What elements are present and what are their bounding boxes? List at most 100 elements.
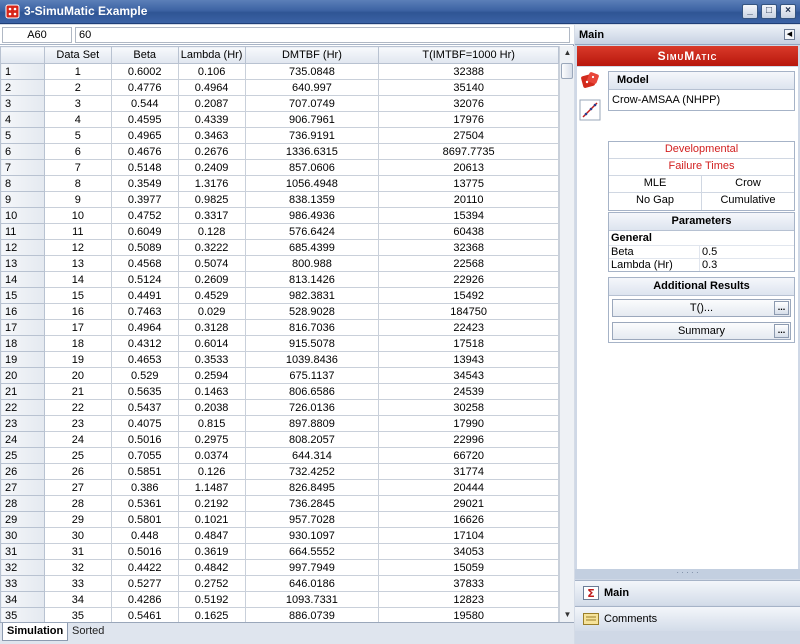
table-cell[interactable]: 0.2409 <box>177 159 246 176</box>
vertical-scrollbar[interactable]: ▲ ▼ <box>559 46 574 622</box>
cell-value-input[interactable]: 60 <box>75 27 570 43</box>
row-header[interactable]: 12 <box>0 239 45 256</box>
column-header[interactable]: Lambda (Hr) <box>177 46 246 64</box>
table-cell[interactable]: 13 <box>43 255 112 272</box>
table-cell[interactable]: 0.4965 <box>110 127 179 144</box>
table-cell[interactable]: 34053 <box>378 543 559 560</box>
table-cell[interactable]: 17976 <box>378 111 559 128</box>
row-header[interactable]: 29 <box>0 511 45 528</box>
table-cell[interactable]: 644.314 <box>244 447 380 464</box>
table-cell[interactable]: 25 <box>43 447 112 464</box>
table-row[interactable]: 12 12 0.5089 0.3222 685.4399 32368 <box>0 239 559 256</box>
minimize-button[interactable]: _ <box>742 4 758 19</box>
table-row[interactable]: 4 4 0.4595 0.4339 906.7961 17976 <box>0 111 559 128</box>
row-header[interactable]: 28 <box>0 495 45 512</box>
table-cell[interactable]: 0.1021 <box>177 511 246 528</box>
table-cell[interactable]: 0.3977 <box>110 191 179 208</box>
table-row[interactable]: 20 20 0.529 0.2594 675.1137 34543 <box>0 367 559 384</box>
table-cell[interactable]: 19 <box>43 351 112 368</box>
table-row[interactable]: 16 16 0.7463 0.029 528.9028 184750 <box>0 303 559 320</box>
row-header[interactable]: 24 <box>0 431 45 448</box>
table-cell[interactable]: 0.128 <box>177 223 246 240</box>
row-header[interactable]: 11 <box>0 223 45 240</box>
table-cell[interactable]: 20 <box>43 367 112 384</box>
table-cell[interactable]: 12823 <box>378 591 559 608</box>
table-cell[interactable]: 906.7961 <box>244 111 380 128</box>
table-cell[interactable]: 0.4676 <box>110 143 179 160</box>
table-cell[interactable]: 0.9825 <box>177 191 246 208</box>
table-cell[interactable]: 806.6586 <box>244 383 380 400</box>
table-cell[interactable]: 930.1097 <box>244 527 380 544</box>
table-cell[interactable]: 957.7028 <box>244 511 380 528</box>
param-value[interactable]: 0.5 <box>700 246 717 258</box>
table-row[interactable]: 6 6 0.4676 0.2676 1336.6315 8697.7735 <box>0 143 559 160</box>
row-header[interactable]: 13 <box>0 255 45 272</box>
table-cell[interactable]: 915.5078 <box>244 335 380 352</box>
table-cell[interactable]: 0.5089 <box>110 239 179 256</box>
table-cell[interactable]: 34543 <box>378 367 559 384</box>
table-cell[interactable]: 11 <box>43 223 112 240</box>
table-cell[interactable]: 23 <box>43 415 112 432</box>
table-cell[interactable]: 2 <box>43 79 112 96</box>
param-row-lambda[interactable]: Lambda (Hr) 0.3 <box>609 258 794 271</box>
table-cell[interactable]: 0.4422 <box>110 559 179 576</box>
table-cell[interactable]: 646.0186 <box>244 575 380 592</box>
data-type-option[interactable]: Failure Times <box>609 159 794 176</box>
table-cell[interactable]: 0.3222 <box>177 239 246 256</box>
table-row[interactable]: 28 28 0.5361 0.2192 736.2845 29021 <box>0 495 559 512</box>
table-cell[interactable]: 675.1137 <box>244 367 380 384</box>
table-row[interactable]: 23 23 0.4075 0.815 897.8809 17990 <box>0 415 559 432</box>
table-cell[interactable]: 33 <box>43 575 112 592</box>
table-cell[interactable]: 32076 <box>378 95 559 112</box>
row-header[interactable]: 17 <box>0 319 45 336</box>
row-header[interactable]: 2 <box>0 79 45 96</box>
table-cell[interactable]: 18 <box>43 335 112 352</box>
table-cell[interactable]: 0.2594 <box>177 367 246 384</box>
table-cell[interactable]: 826.8495 <box>244 479 380 496</box>
table-cell[interactable]: 15492 <box>378 287 559 304</box>
row-header[interactable]: 10 <box>0 207 45 224</box>
table-cell[interactable]: 997.7949 <box>244 559 380 576</box>
table-row[interactable]: 15 15 0.4491 0.4529 982.3831 15492 <box>0 287 559 304</box>
table-row[interactable]: 13 13 0.4568 0.5074 800.988 22568 <box>0 255 559 272</box>
table-cell[interactable]: 707.0749 <box>244 95 380 112</box>
table-row[interactable]: 1 1 0.6002 0.106 735.0848 32388 <box>0 63 559 80</box>
table-cell[interactable]: 736.9191 <box>244 127 380 144</box>
table-cell[interactable]: 0.5635 <box>110 383 179 400</box>
row-header[interactable]: 26 <box>0 463 45 480</box>
row-header[interactable]: 7 <box>0 159 45 176</box>
table-cell[interactable]: 0.0374 <box>177 447 246 464</box>
table-row[interactable]: 2 2 0.4776 0.4964 640.997 35140 <box>0 79 559 96</box>
table-row[interactable]: 29 29 0.5801 0.1021 957.7028 16626 <box>0 511 559 528</box>
table-cell[interactable]: 15 <box>43 287 112 304</box>
table-cell[interactable]: 813.1426 <box>244 271 380 288</box>
table-row[interactable]: 17 17 0.4964 0.3128 816.7036 22423 <box>0 319 559 336</box>
table-cell[interactable]: 1093.7331 <box>244 591 380 608</box>
table-row[interactable]: 34 34 0.4286 0.5192 1093.7331 12823 <box>0 591 559 608</box>
table-cell[interactable]: 66720 <box>378 447 559 464</box>
table-cell[interactable]: 726.0136 <box>244 399 380 416</box>
table-cell[interactable]: 20444 <box>378 479 559 496</box>
table-cell[interactable]: 4 <box>43 111 112 128</box>
table-cell[interactable]: 986.4936 <box>244 207 380 224</box>
table-cell[interactable]: 32 <box>43 559 112 576</box>
table-row[interactable]: 25 25 0.7055 0.0374 644.314 66720 <box>0 447 559 464</box>
table-cell[interactable]: 0.386 <box>110 479 179 496</box>
table-cell[interactable]: 26 <box>43 463 112 480</box>
row-header[interactable]: 35 <box>0 607 45 622</box>
table-cell[interactable]: 0.1463 <box>177 383 246 400</box>
row-header[interactable]: 1 <box>0 63 45 80</box>
nav-comments[interactable]: Comments <box>575 606 800 631</box>
table-cell[interactable]: 857.0606 <box>244 159 380 176</box>
table-cell[interactable]: 19580 <box>378 607 559 622</box>
table-cell[interactable]: 808.2057 <box>244 431 380 448</box>
row-header[interactable]: 6 <box>0 143 45 160</box>
table-row[interactable]: 7 7 0.5148 0.2409 857.0606 20613 <box>0 159 559 176</box>
row-header[interactable]: 3 <box>0 95 45 112</box>
table-cell[interactable]: 3 <box>43 95 112 112</box>
table-cell[interactable]: 22996 <box>378 431 559 448</box>
table-cell[interactable]: 0.4847 <box>177 527 246 544</box>
row-header[interactable]: 18 <box>0 335 45 352</box>
row-header[interactable]: 31 <box>0 543 45 560</box>
table-row[interactable]: 33 33 0.5277 0.2752 646.0186 37833 <box>0 575 559 592</box>
